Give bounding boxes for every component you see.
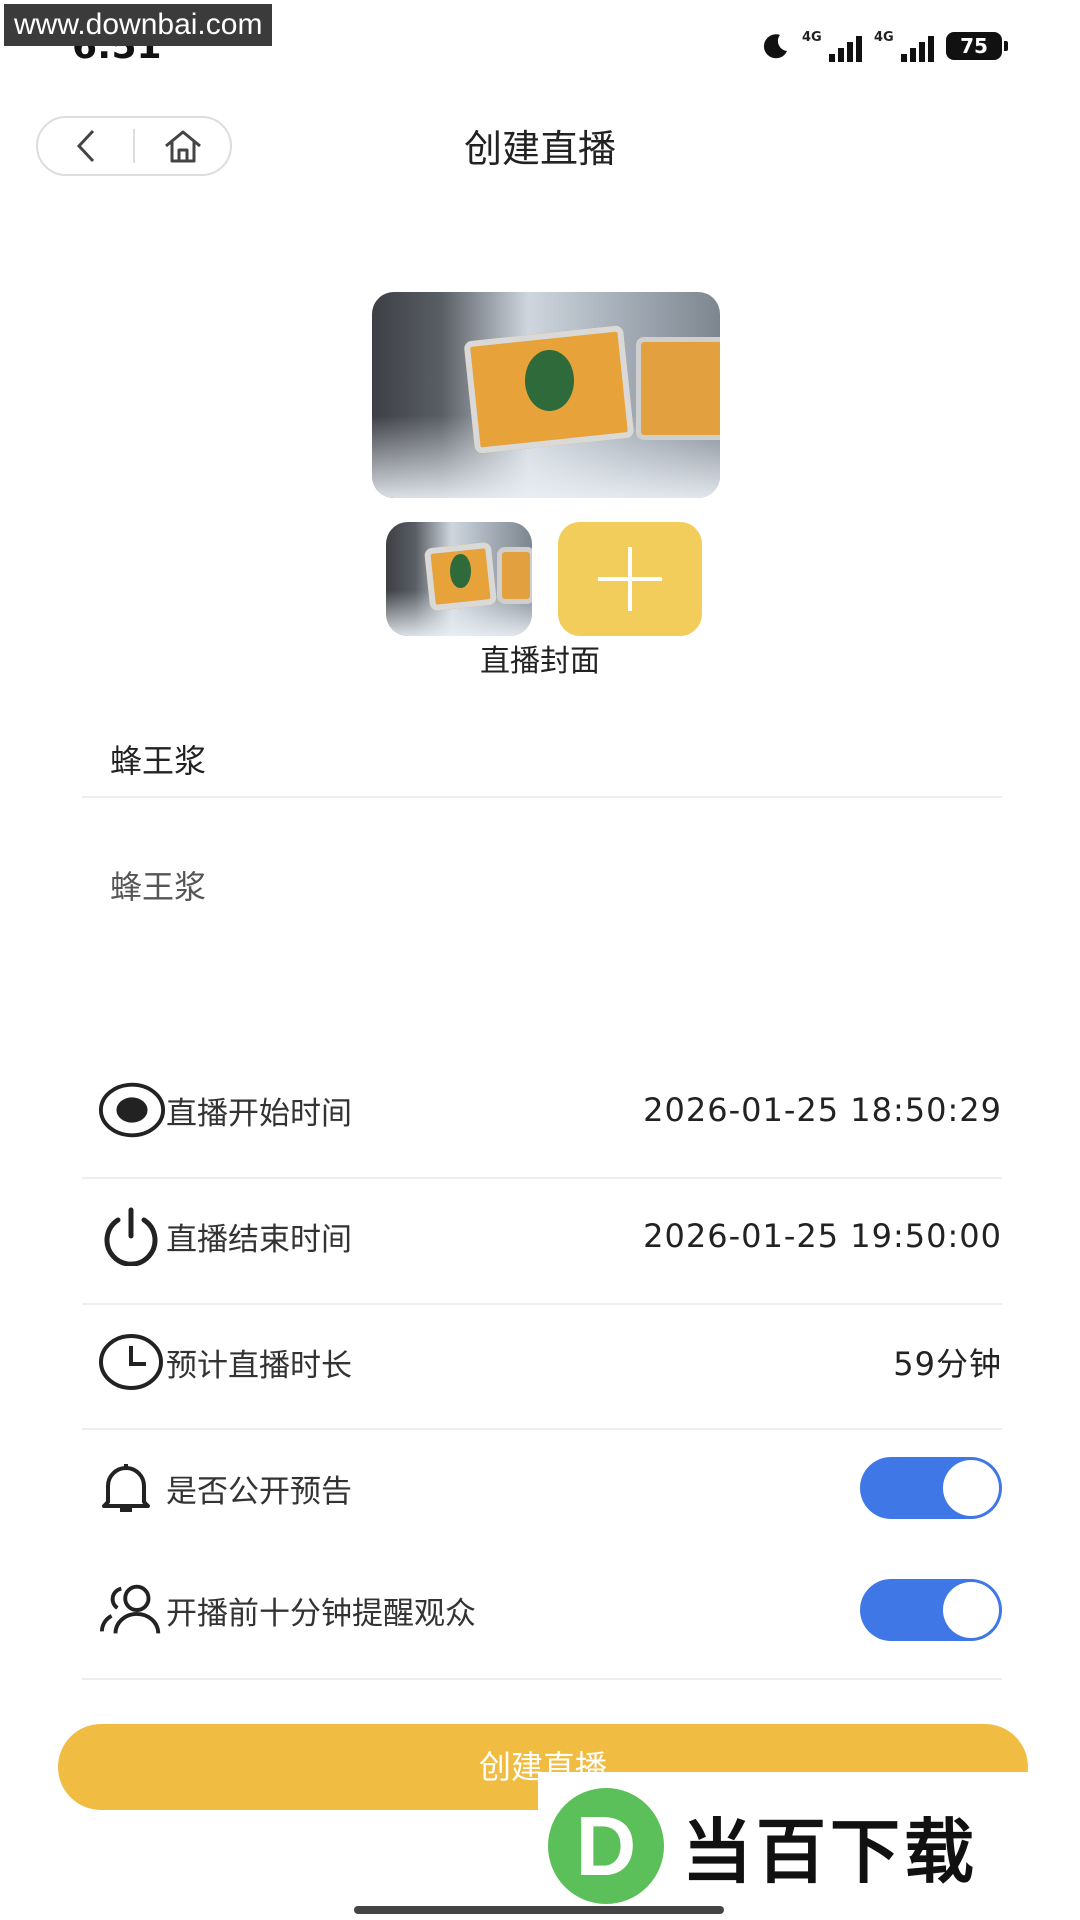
record-icon [98, 1082, 166, 1138]
reminder-row: 开播前十分钟提醒观众 [82, 1548, 1002, 1672]
cover-thumbnail[interactable] [386, 522, 532, 636]
duration-label: 预计直播时长 [166, 1347, 352, 1384]
bell-icon [102, 1464, 150, 1512]
page-title: 创建直播 [463, 127, 616, 171]
signal-1: 4G [802, 30, 862, 62]
start-time-value: 2026-01-25 18:50:29 [643, 1091, 1002, 1129]
public-preview-label: 是否公开预告 [166, 1473, 352, 1510]
divider [82, 796, 1002, 798]
product-photo [372, 292, 720, 498]
power-icon [104, 1207, 158, 1266]
watermark-url: www.downbai.com [4, 4, 273, 46]
moon-icon [763, 34, 787, 59]
start-time-label: 直播开始时间 [166, 1095, 352, 1132]
public-preview-toggle[interactable] [860, 1457, 1002, 1519]
product-photo-thumb [386, 522, 532, 636]
add-cover-button[interactable] [558, 522, 702, 636]
reminder-toggle[interactable] [860, 1579, 1002, 1641]
end-time-row[interactable]: 直播结束时间 2026-01-25 19:50:00 [82, 1174, 1002, 1298]
home-indicator[interactable] [354, 1906, 724, 1914]
reminder-label: 开播前十分钟提醒观众 [166, 1595, 476, 1632]
brand-text: 当百下载 [682, 1810, 978, 1893]
divider [82, 1678, 1002, 1680]
public-preview-row: 是否公开预告 [82, 1426, 1002, 1550]
cover-image[interactable] [372, 292, 720, 498]
start-time-row[interactable]: 直播开始时间 2026-01-25 18:50:29 [82, 1048, 1002, 1172]
brand-logo-icon: D [548, 1788, 664, 1904]
status-indicators: 4G 4G 75 [760, 30, 1008, 62]
end-time-value: 2026-01-25 19:50:00 [643, 1217, 1002, 1255]
duration-value: 59分钟 [893, 1345, 1002, 1383]
clock-icon [99, 1334, 163, 1390]
title-input[interactable]: 蜂王浆 [110, 736, 206, 782]
duration-row: 预计直播时长 59分钟 [82, 1300, 1002, 1424]
watermark-brand: D 当百下载 [538, 1772, 1080, 1920]
battery-indicator: 75 [946, 32, 1008, 60]
users-icon [99, 1584, 161, 1634]
plus-icon [598, 547, 662, 611]
cover-label: 直播封面 [480, 644, 600, 679]
signal-2: 4G [874, 30, 934, 62]
end-time-label: 直播结束时间 [166, 1221, 352, 1258]
description-input[interactable]: 蜂王浆 [110, 862, 206, 908]
